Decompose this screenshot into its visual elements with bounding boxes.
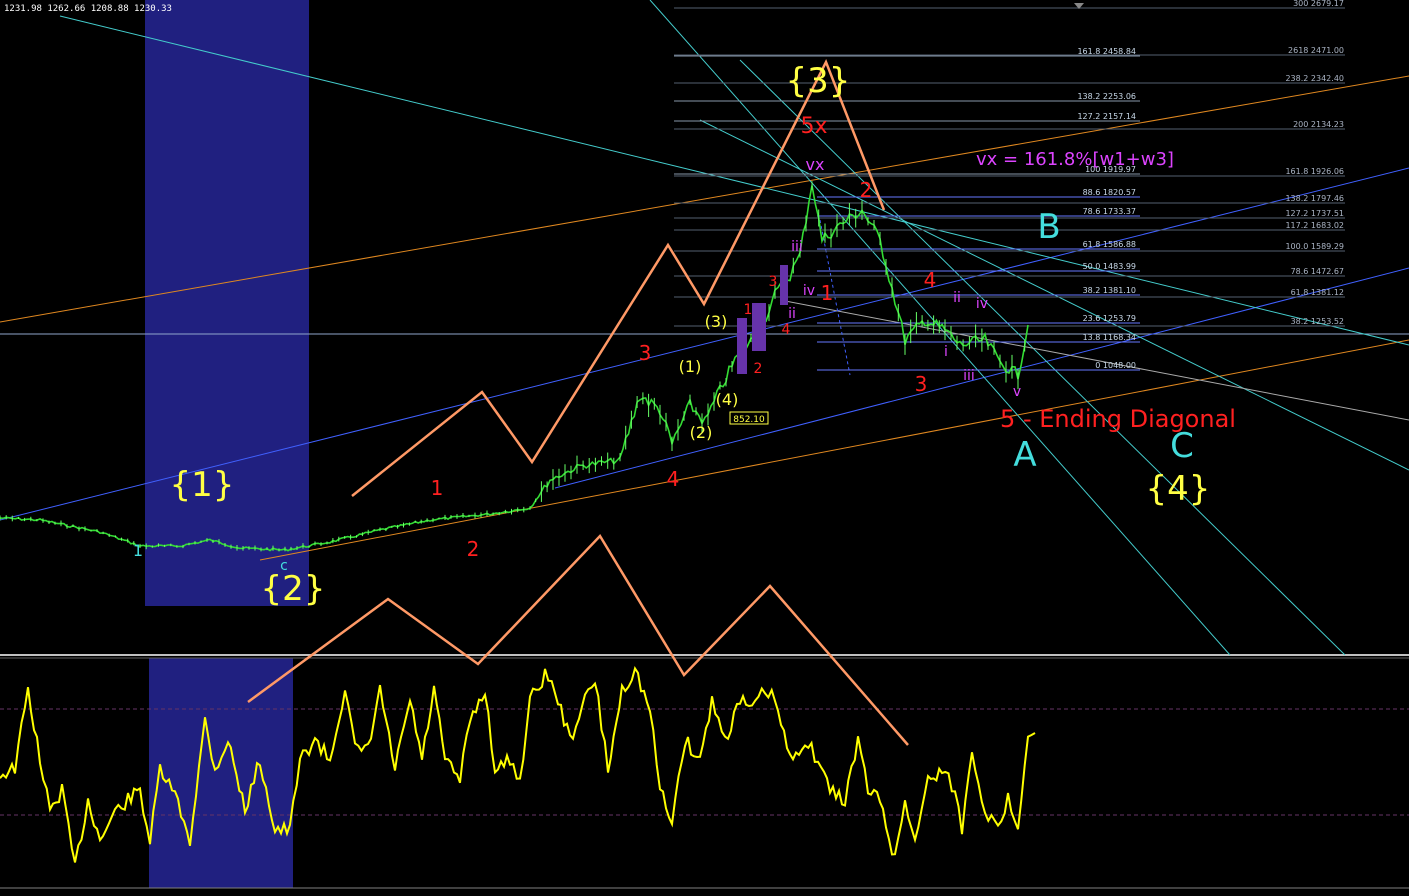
fib-left-label: 0 1048.00	[1095, 361, 1136, 370]
red-sub-1: 1	[744, 302, 753, 318]
yellow-sub-waves: (1) (2) (3) (4)	[679, 312, 739, 442]
wave-1-cyan-label: 1	[133, 541, 143, 560]
ohlc-readout: 1231.98 1262.66 1208.88 1230.33	[4, 4, 172, 14]
magenta-ii-b: ii	[788, 306, 796, 322]
price-tag-label: 852.10	[733, 415, 765, 425]
fib-left-label: 138.2 2253.06	[1077, 92, 1136, 101]
fib-left-label: 50.0 1483.99	[1083, 262, 1136, 271]
wave-3-label: {3}	[786, 61, 851, 101]
magenta-i: i	[944, 344, 948, 360]
red-corr-1: 1	[821, 281, 834, 305]
fib-right-label: 200 2134.23	[1293, 120, 1344, 129]
fib-right-label: 38.2 1253.52	[1291, 317, 1344, 326]
wave-5x-label: 5x	[800, 114, 827, 139]
magenta-v: v	[1013, 384, 1021, 400]
magenta-iv: iv	[976, 296, 988, 312]
yellow-wave-4: (4)	[716, 390, 739, 409]
wave-a-label: A	[1013, 435, 1036, 475]
yellow-wave-2: (2)	[690, 423, 713, 442]
fib-left-label: 23.6 1253.79	[1083, 314, 1136, 323]
yellow-wave-1: (1)	[679, 357, 702, 376]
fib-left-label: 127.2 2157.14	[1077, 112, 1136, 121]
highlight-zone-upper	[145, 0, 309, 606]
purple-box-1	[737, 318, 747, 374]
magenta-ii: ii	[953, 290, 961, 306]
red-wave-numbers: 1 2 3 4	[431, 341, 680, 561]
fib-right-label: 100.0 1589.29	[1285, 242, 1344, 251]
fib-right-label: 2618 2471.00	[1288, 46, 1344, 55]
highlight-zone-lower	[149, 658, 293, 888]
wave-4-label: {4}	[1146, 469, 1211, 509]
fib-right-label: 117.2 1683.02	[1285, 221, 1344, 230]
red-corr-2: 2	[860, 178, 873, 202]
wave-arrows-lower	[247, 533, 909, 746]
red-sub-2: 2	[754, 361, 763, 377]
red-correction-numbers: 1 2 3 4	[821, 178, 937, 396]
magenta-iii: iii	[963, 368, 975, 384]
red-wave-1: 1	[431, 476, 444, 500]
magenta-sub-waves: i ii iii iv v ii iii iv	[788, 239, 1021, 400]
fib-right-label: 300 2679.17	[1293, 0, 1344, 8]
fib-right-label: 61.8 1381.12	[1291, 288, 1344, 297]
orange-lower-trendline	[259, 339, 1409, 561]
wave-b-label: B	[1037, 207, 1060, 247]
red-corr-4: 4	[924, 268, 937, 292]
fib-left-label: 78.6 1733.37	[1083, 207, 1136, 216]
purple-box-3	[780, 265, 788, 305]
purple-box-2	[752, 303, 766, 351]
wave-vx-label: vx	[806, 155, 825, 174]
red-wave-3: 3	[639, 341, 652, 365]
red-wave-2: 2	[467, 537, 480, 561]
red-sub-4: 4	[782, 322, 791, 338]
formula-label: vx = 161.8%[w1+w3]	[976, 149, 1174, 170]
ending-diagonal-label: 5 - Ending Diagonal	[1000, 405, 1236, 433]
chart-canvas: 161.8 2458.84138.2 2253.06127.2 2157.141…	[0, 0, 1409, 889]
fib-right-label: 138.2 1797.46	[1285, 194, 1344, 203]
red-wave-4: 4	[667, 467, 680, 491]
fib-left-label: 38.2 1381.10	[1083, 286, 1136, 295]
red-corr-3: 3	[915, 372, 928, 396]
fib-right-label: 238.2 2342.40	[1285, 74, 1344, 83]
wave-2-label: {2}	[261, 569, 326, 609]
fib-left-label: 88.6 1820.57	[1083, 188, 1136, 197]
red-sub-3: 3	[769, 274, 778, 290]
fib-right-label: 78.6 1472.67	[1291, 267, 1344, 276]
fib-left-label: 61.8 1586.88	[1083, 240, 1136, 249]
magenta-iii-b: iii	[791, 239, 803, 255]
wave-1-label: {1}	[170, 465, 235, 505]
wave-c-small-label: c	[280, 558, 288, 574]
fib-left-label: 13.8 1168.34	[1083, 333, 1136, 342]
fib-right-label: 161.8 1926.06	[1285, 167, 1344, 176]
yellow-wave-3: (3)	[705, 312, 728, 331]
magenta-iv-b: iv	[803, 283, 815, 299]
fib-right-label: 127.2 1737.51	[1285, 209, 1344, 218]
wave-c-label: C	[1170, 426, 1194, 466]
